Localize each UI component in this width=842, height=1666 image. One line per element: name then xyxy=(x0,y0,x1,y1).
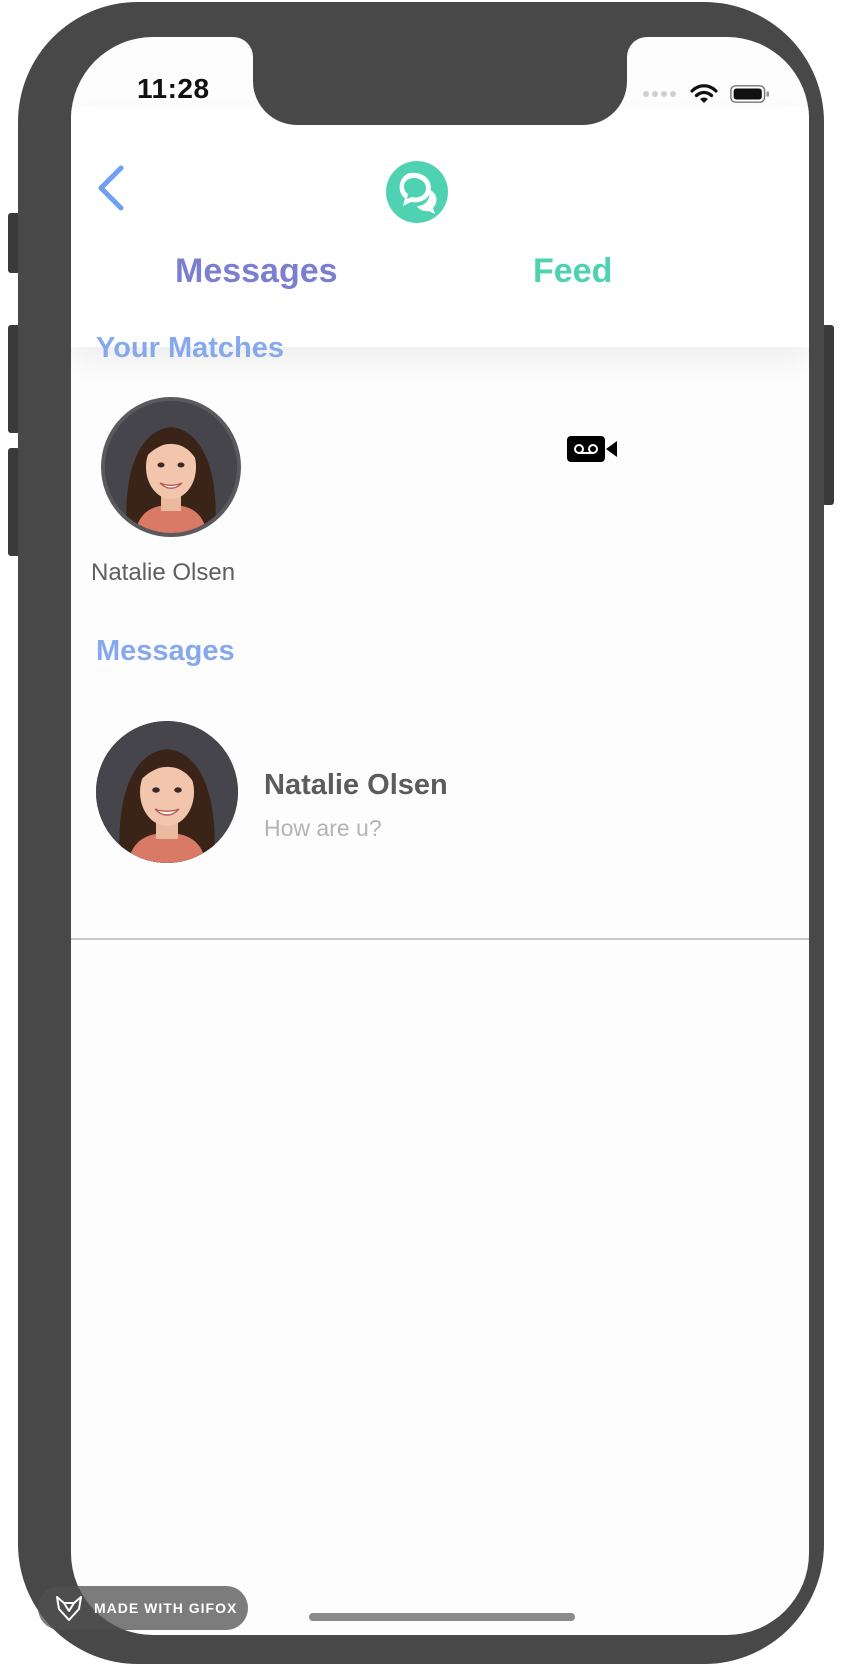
chat-bubbles-icon xyxy=(385,160,449,224)
battery-icon xyxy=(730,85,770,103)
message-preview: How are u? xyxy=(264,815,382,841)
match-name: Natalie Olsen xyxy=(91,559,236,586)
header: Messages Feed xyxy=(71,107,809,347)
wifi-icon xyxy=(690,84,718,103)
section-title-matches: Your Matches xyxy=(96,332,285,364)
watermark-text: MADE WITH GIFOX xyxy=(94,1600,238,1616)
divider xyxy=(71,938,809,940)
gifox-watermark[interactable]: MADE WITH GIFOX xyxy=(38,1586,248,1630)
section-title-messages: Messages xyxy=(96,635,235,667)
notch xyxy=(253,37,627,125)
phone-screen: Messages Feed 11:28 Your Matches Natalie… xyxy=(71,37,809,1635)
video-camera-icon[interactable] xyxy=(566,435,618,463)
message-sender-name: Natalie Olsen xyxy=(264,769,448,801)
chevron-left-icon xyxy=(98,165,124,211)
avatar xyxy=(101,397,241,537)
signal-dots-icon xyxy=(643,91,676,97)
home-indicator[interactable] xyxy=(309,1613,575,1621)
fox-logo-icon xyxy=(56,1596,82,1621)
status-time: 11:28 xyxy=(137,73,210,104)
stage: Messages Feed 11:28 Your Matches Natalie… xyxy=(0,0,842,1666)
tab-messages[interactable]: Messages xyxy=(175,252,338,291)
back-button[interactable] xyxy=(93,160,133,216)
list-item[interactable]: Natalie Olsen How are u? xyxy=(71,717,809,877)
match-card[interactable]: Natalie Olsen xyxy=(91,397,251,587)
status-icons xyxy=(643,79,770,109)
phone-frame: Messages Feed 11:28 Your Matches Natalie… xyxy=(18,2,824,1664)
tab-feed[interactable]: Feed xyxy=(533,252,612,291)
avatar xyxy=(96,721,238,863)
